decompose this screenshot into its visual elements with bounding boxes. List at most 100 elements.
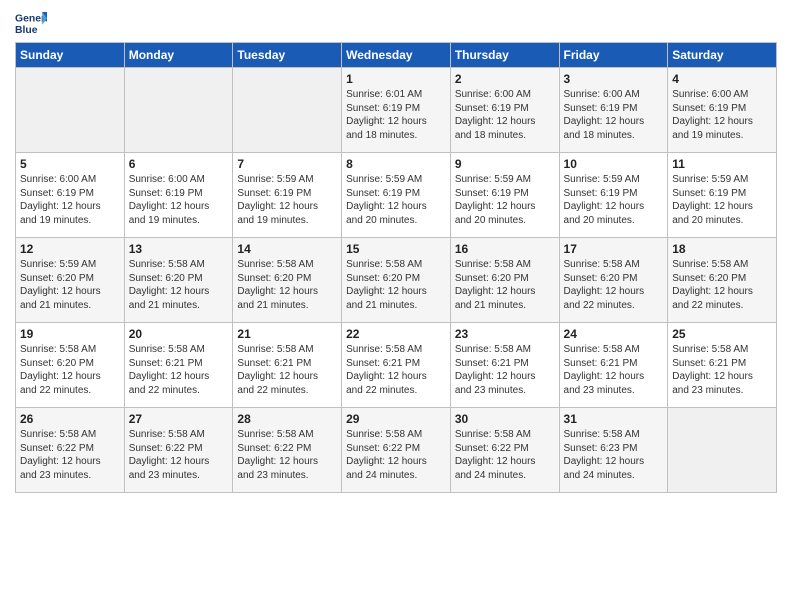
day-info: Sunrise: 5:58 AM Sunset: 6:20 PM Dayligh… <box>672 258 772 312</box>
day-info: Sunrise: 5:59 AM Sunset: 6:20 PM Dayligh… <box>20 258 120 312</box>
calendar-cell <box>16 68 125 153</box>
day-number: 10 <box>564 157 664 171</box>
weekday-header-monday: Monday <box>124 43 233 68</box>
day-number: 25 <box>672 327 772 341</box>
day-number: 4 <box>672 72 772 86</box>
day-info: Sunrise: 5:58 AM Sunset: 6:21 PM Dayligh… <box>129 343 229 397</box>
calendar-header: SundayMondayTuesdayWednesdayThursdayFrid… <box>16 43 777 68</box>
day-number: 27 <box>129 412 229 426</box>
calendar-cell: 14Sunrise: 5:58 AM Sunset: 6:20 PM Dayli… <box>233 238 342 323</box>
day-info: Sunrise: 5:59 AM Sunset: 6:19 PM Dayligh… <box>564 173 664 227</box>
calendar-cell: 5 Sunrise: 6:00 AM Sunset: 6:19 PM Daylig… <box>16 153 125 238</box>
day-number: 11 <box>672 157 772 171</box>
day-info: Sunrise: 5:58 AM Sunset: 6:23 PM Dayligh… <box>564 428 664 482</box>
week-row-1: 1 Sunrise: 6:01 AM Sunset: 6:19 PM Daylig… <box>16 68 777 153</box>
calendar-cell: 1 Sunrise: 6:01 AM Sunset: 6:19 PM Daylig… <box>342 68 451 153</box>
calendar-cell: 9 Sunrise: 5:59 AM Sunset: 6:19 PM Daylig… <box>450 153 559 238</box>
day-info: Sunrise: 5:58 AM Sunset: 6:21 PM Dayligh… <box>346 343 446 397</box>
calendar-cell: 10 Sunrise: 5:59 AM Sunset: 6:19 PM Dayli… <box>559 153 668 238</box>
day-info: Sunrise: 5:59 AM Sunset: 6:19 PM Dayligh… <box>455 173 555 227</box>
day-number: 15 <box>346 242 446 256</box>
day-number: 1 <box>346 72 446 86</box>
day-info: Sunrise: 5:58 AM Sunset: 6:22 PM Dayligh… <box>129 428 229 482</box>
day-number: 22 <box>346 327 446 341</box>
day-number: 19 <box>20 327 120 341</box>
week-row-5: 26Sunrise: 5:58 AM Sunset: 6:22 PM Dayli… <box>16 408 777 493</box>
header: General Blue <box>15 10 777 38</box>
day-info: Sunrise: 5:58 AM Sunset: 6:21 PM Dayligh… <box>672 343 772 397</box>
logo-icon: General Blue <box>15 10 47 38</box>
calendar-cell <box>233 68 342 153</box>
calendar-cell: 30 Sunrise: 5:58 AM Sunset: 6:22 PM Dayli… <box>450 408 559 493</box>
day-number: 16 <box>455 242 555 256</box>
day-number: 17 <box>564 242 664 256</box>
day-number: 9 <box>455 157 555 171</box>
calendar-cell: 16 Sunrise: 5:58 AM Sunset: 6:20 PM Dayli… <box>450 238 559 323</box>
day-number: 29 <box>346 412 446 426</box>
day-info: Sunrise: 5:58 AM Sunset: 6:20 PM Dayligh… <box>564 258 664 312</box>
calendar-cell: 2Sunrise: 6:00 AM Sunset: 6:19 PM Daylig… <box>450 68 559 153</box>
day-info: Sunrise: 5:59 AM Sunset: 6:19 PM Dayligh… <box>672 173 772 227</box>
calendar-table: SundayMondayTuesdayWednesdayThursdayFrid… <box>15 42 777 493</box>
calendar-cell: 15 Sunrise: 5:58 AM Sunset: 6:20 PM Dayli… <box>342 238 451 323</box>
page-container: General Blue SundayMondayTuesdayWednesda… <box>0 0 792 503</box>
calendar-cell: 26Sunrise: 5:58 AM Sunset: 6:22 PM Dayli… <box>16 408 125 493</box>
day-number: 30 <box>455 412 555 426</box>
day-info: Sunrise: 6:01 AM Sunset: 6:19 PM Dayligh… <box>346 88 446 142</box>
calendar-body: 1 Sunrise: 6:01 AM Sunset: 6:19 PM Daylig… <box>16 68 777 493</box>
day-number: 28 <box>237 412 337 426</box>
day-info: Sunrise: 5:59 AM Sunset: 6:19 PM Dayligh… <box>346 173 446 227</box>
day-info: Sunrise: 5:58 AM Sunset: 6:21 PM Dayligh… <box>455 343 555 397</box>
calendar-cell: 12Sunrise: 5:59 AM Sunset: 6:20 PM Dayli… <box>16 238 125 323</box>
calendar-cell <box>124 68 233 153</box>
day-info: Sunrise: 5:58 AM Sunset: 6:22 PM Dayligh… <box>455 428 555 482</box>
day-number: 7 <box>237 157 337 171</box>
day-number: 8 <box>346 157 446 171</box>
day-number: 23 <box>455 327 555 341</box>
day-info: Sunrise: 6:00 AM Sunset: 6:19 PM Dayligh… <box>20 173 120 227</box>
day-info: Sunrise: 5:58 AM Sunset: 6:22 PM Dayligh… <box>237 428 337 482</box>
calendar-cell: 31 Sunrise: 5:58 AM Sunset: 6:23 PM Dayli… <box>559 408 668 493</box>
calendar-cell: 29 Sunrise: 5:58 AM Sunset: 6:22 PM Dayli… <box>342 408 451 493</box>
day-number: 31 <box>564 412 664 426</box>
day-info: Sunrise: 5:58 AM Sunset: 6:20 PM Dayligh… <box>455 258 555 312</box>
week-row-3: 12Sunrise: 5:59 AM Sunset: 6:20 PM Dayli… <box>16 238 777 323</box>
calendar-cell: 27 Sunrise: 5:58 AM Sunset: 6:22 PM Dayli… <box>124 408 233 493</box>
week-row-2: 5 Sunrise: 6:00 AM Sunset: 6:19 PM Daylig… <box>16 153 777 238</box>
calendar-cell: 28 Sunrise: 5:58 AM Sunset: 6:22 PM Dayli… <box>233 408 342 493</box>
week-row-4: 19 Sunrise: 5:58 AM Sunset: 6:20 PM Dayli… <box>16 323 777 408</box>
day-info: Sunrise: 5:58 AM Sunset: 6:22 PM Dayligh… <box>20 428 120 482</box>
day-info: Sunrise: 5:58 AM Sunset: 6:21 PM Dayligh… <box>564 343 664 397</box>
day-number: 5 <box>20 157 120 171</box>
weekday-header-thursday: Thursday <box>450 43 559 68</box>
calendar-cell: 22 Sunrise: 5:58 AM Sunset: 6:21 PM Dayli… <box>342 323 451 408</box>
day-number: 18 <box>672 242 772 256</box>
weekday-header-row: SundayMondayTuesdayWednesdayThursdayFrid… <box>16 43 777 68</box>
calendar-cell: 19 Sunrise: 5:58 AM Sunset: 6:20 PM Dayli… <box>16 323 125 408</box>
calendar-cell: 13Sunrise: 5:58 AM Sunset: 6:20 PM Dayli… <box>124 238 233 323</box>
day-number: 2 <box>455 72 555 86</box>
day-number: 20 <box>129 327 229 341</box>
calendar-cell: 4 Sunrise: 6:00 AM Sunset: 6:19 PM Daylig… <box>668 68 777 153</box>
weekday-header-tuesday: Tuesday <box>233 43 342 68</box>
calendar-cell: 18 Sunrise: 5:58 AM Sunset: 6:20 PM Dayli… <box>668 238 777 323</box>
day-info: Sunrise: 5:58 AM Sunset: 6:22 PM Dayligh… <box>346 428 446 482</box>
day-number: 14 <box>237 242 337 256</box>
calendar-cell: 3Sunrise: 6:00 AM Sunset: 6:19 PM Daylig… <box>559 68 668 153</box>
day-info: Sunrise: 5:58 AM Sunset: 6:21 PM Dayligh… <box>237 343 337 397</box>
calendar-cell: 20 Sunrise: 5:58 AM Sunset: 6:21 PM Dayli… <box>124 323 233 408</box>
day-info: Sunrise: 6:00 AM Sunset: 6:19 PM Dayligh… <box>672 88 772 142</box>
weekday-header-friday: Friday <box>559 43 668 68</box>
calendar-cell: 7Sunrise: 5:59 AM Sunset: 6:19 PM Daylig… <box>233 153 342 238</box>
calendar-cell: 11 Sunrise: 5:59 AM Sunset: 6:19 PM Dayli… <box>668 153 777 238</box>
calendar-cell: 24Sunrise: 5:58 AM Sunset: 6:21 PM Dayli… <box>559 323 668 408</box>
day-info: Sunrise: 5:58 AM Sunset: 6:20 PM Dayligh… <box>346 258 446 312</box>
logo: General Blue <box>15 10 47 38</box>
calendar-cell: 17 Sunrise: 5:58 AM Sunset: 6:20 PM Dayli… <box>559 238 668 323</box>
day-info: Sunrise: 5:58 AM Sunset: 6:20 PM Dayligh… <box>20 343 120 397</box>
calendar-cell: 8 Sunrise: 5:59 AM Sunset: 6:19 PM Daylig… <box>342 153 451 238</box>
day-number: 6 <box>129 157 229 171</box>
calendar-cell: 23 Sunrise: 5:58 AM Sunset: 6:21 PM Dayli… <box>450 323 559 408</box>
calendar-cell: 25 Sunrise: 5:58 AM Sunset: 6:21 PM Dayli… <box>668 323 777 408</box>
day-info: Sunrise: 6:00 AM Sunset: 6:19 PM Dayligh… <box>564 88 664 142</box>
